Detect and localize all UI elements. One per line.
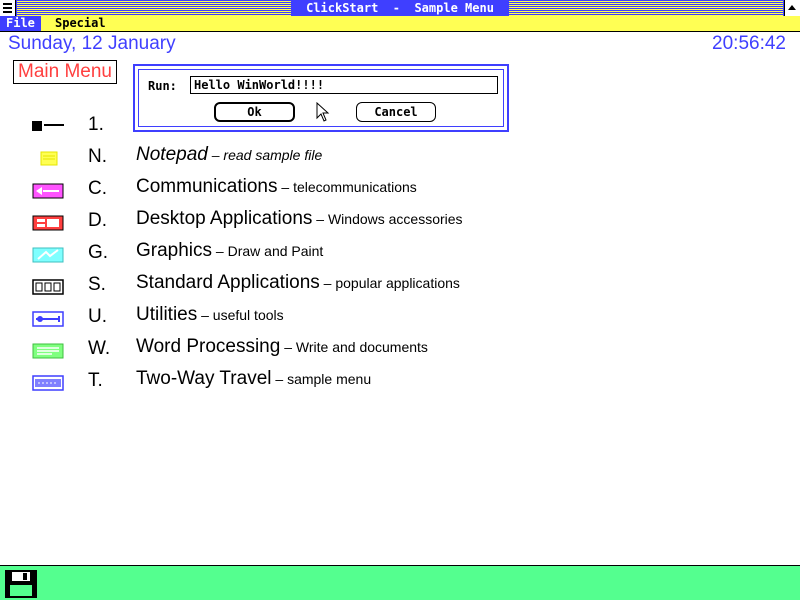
menu-item-standard-applications[interactable]: S. Standard Applications – popular appli…	[0, 272, 800, 304]
menu-item-key: S.	[88, 274, 106, 295]
menu-item-description: – Write and documents	[280, 339, 428, 355]
menu-item-name: Graphics – Draw and Paint	[136, 240, 324, 261]
mouse-pointer-icon	[316, 102, 330, 122]
communications-icon	[32, 183, 64, 199]
menu-item-description: – Draw and Paint	[212, 243, 324, 259]
notepad-icon	[40, 151, 58, 166]
standard-icon	[32, 279, 64, 295]
ok-button[interactable]: Ok	[214, 102, 295, 122]
travel-icon	[32, 375, 64, 391]
menu-item-key: T.	[88, 370, 103, 391]
menu-item-communications[interactable]: C. Communications – telecommunications	[0, 176, 800, 208]
run-input[interactable]	[190, 76, 498, 94]
menu-item-name: Communications – telecommunications	[136, 176, 417, 197]
graphics-icon	[32, 247, 64, 263]
menu-item-utilities[interactable]: U. Utilities – useful tools	[0, 304, 800, 336]
menu-item-name: Word Processing – Write and documents	[136, 336, 428, 357]
menu-item-description: – read sample file	[207, 147, 323, 163]
bottom-bar	[0, 565, 800, 600]
menu-item-description: – Windows accessories	[312, 211, 463, 227]
menu-item-key: G.	[88, 242, 109, 263]
menu-item-name: Two-Way Travel – sample menu	[136, 368, 372, 389]
menu-item-key: W.	[88, 338, 111, 359]
menu-item-desktop-applications[interactable]: D. Desktop Applications – Windows access…	[0, 208, 800, 240]
menu-item-notepad[interactable]: N. Notepad – read sample file	[0, 144, 800, 176]
menu-item-key: D.	[88, 210, 107, 231]
menu-item-word-processing[interactable]: W. Word Processing – Write and documents	[0, 336, 800, 368]
menu-item-key: U.	[88, 306, 107, 327]
menu-item-key: N.	[88, 146, 107, 167]
menu-item-key: C.	[88, 178, 107, 199]
menu-item-name: Utilities – useful tools	[136, 304, 284, 325]
utilities-icon	[32, 311, 64, 327]
wordprocessing-icon	[32, 343, 64, 359]
desktop-icon	[32, 215, 64, 231]
menu-item-two-way-travel[interactable]: T. Two-Way Travel – sample menu	[0, 368, 800, 400]
run-label: Run:	[148, 79, 177, 93]
menu-item-description: – telecommunications	[277, 179, 417, 195]
menu-item-key: 1.	[88, 114, 104, 135]
menu-item-name: Standard Applications – popular applicat…	[136, 272, 460, 293]
cancel-button[interactable]: Cancel	[356, 102, 436, 122]
selected-item-icon	[32, 121, 64, 131]
menu-item-name: Desktop Applications – Windows accessori…	[136, 208, 463, 229]
menu-item-description: – sample menu	[271, 371, 372, 387]
menu-item-name: Notepad – read sample file	[136, 144, 323, 165]
floppy-disk-icon[interactable]	[5, 570, 37, 598]
menu-item-description: – useful tools	[197, 307, 284, 323]
menu-item-description: – popular applications	[319, 275, 460, 291]
main-menu-label: Main Menu	[13, 60, 117, 84]
menu-item-graphics[interactable]: G. Graphics – Draw and Paint	[0, 240, 800, 272]
